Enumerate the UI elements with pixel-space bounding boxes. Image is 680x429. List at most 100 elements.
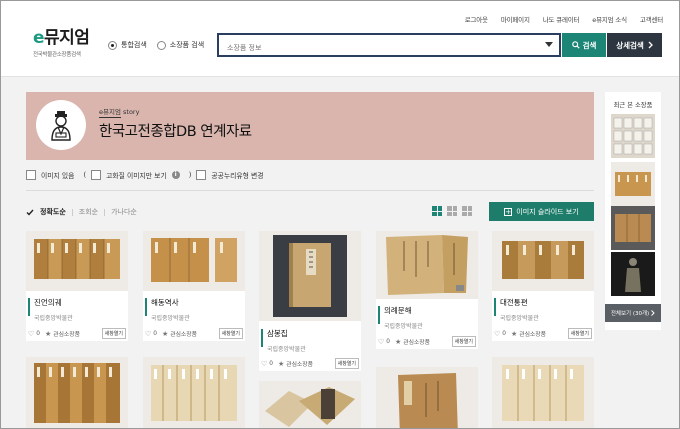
card-image[interactable] [259, 381, 361, 428]
list-thumb-view-icon[interactable] [447, 206, 457, 216]
story-banner[interactable]: e뮤지엄 story 한국고전종합DB 연계자료 [26, 92, 594, 160]
like-count: 0 [36, 330, 40, 337]
card-image[interactable] [26, 231, 128, 291]
heart-icon[interactable]: ♡ [261, 360, 267, 368]
list-view-icon[interactable] [462, 206, 472, 216]
interest-label[interactable]: 관심소장품 [403, 337, 430, 346]
collection-card[interactable]: 대전통편 국립중앙박물관 ♡ 0 ★ 관심소장품 새창열기 [492, 231, 594, 341]
plus-icon: + [504, 207, 513, 216]
card-actions: ♡ 0 ★ 관심소장품 새창열기 [261, 358, 359, 369]
divider [26, 190, 594, 191]
recent-thumb[interactable] [611, 162, 655, 206]
filter-high-res[interactable]: 고화질 이미지만 보기 i [91, 170, 180, 180]
card-museum: 국립중앙박물관 [500, 315, 539, 322]
image-slide-button[interactable]: + 이미지 슬라이드 보기 [489, 202, 594, 221]
radio-collection-label: 소장품 검색 [169, 41, 205, 49]
card-museum: 국립중앙박물관 [384, 323, 423, 330]
star-icon[interactable]: ★ [395, 338, 401, 346]
info-icon[interactable]: i [171, 171, 180, 179]
card-museum: 국립중앙박물관 [151, 315, 190, 322]
like-count: 0 [269, 360, 273, 367]
star-icon[interactable]: ★ [162, 330, 168, 338]
card-image[interactable] [492, 231, 594, 291]
filter-image-only[interactable]: 이미지 있음 [26, 170, 74, 180]
new-window-button[interactable]: 새창열기 [218, 328, 243, 339]
collection-card[interactable]: 해동역사 국립중앙박물관 ♡ 0 ★ 관심소장품 새창열기 [143, 231, 245, 341]
recent-thumb[interactable] [611, 114, 655, 158]
radio-collection-search[interactable]: 소장품 검색 [156, 40, 205, 50]
sort-divider [104, 208, 106, 216]
radio-dot[interactable] [156, 40, 166, 50]
like-count: 0 [153, 330, 157, 337]
radio-integrated-search[interactable]: 통합검색 [108, 40, 147, 50]
site-logo[interactable]: e뮤지엄 전국박물관소장품검색 [33, 28, 90, 58]
high-res-label: 고화질 이미지만 보기 [106, 172, 167, 180]
star-icon[interactable]: ★ [278, 360, 284, 368]
search-button[interactable]: 검색 [562, 33, 606, 57]
heart-icon[interactable]: ♡ [494, 330, 500, 338]
logo-text: 뮤지엄 [44, 28, 90, 48]
interest-label[interactable]: 관심소장품 [53, 329, 80, 338]
card-actions: ♡ 0 ★ 관심소장품 새창열기 [28, 328, 126, 339]
search-scope: 통합검색 소장품 검색 [108, 40, 204, 50]
interest-label[interactable]: 관심소장품 [519, 329, 546, 338]
logout-link[interactable]: 로그아웃 [465, 14, 488, 24]
star-icon[interactable]: ★ [511, 330, 517, 338]
card-image[interactable] [376, 231, 478, 299]
collection-card[interactable]: 의례문해 국립중앙박물관 ♡ 0 ★ 관심소장품 새창열기 [376, 231, 478, 349]
sort-accuracy[interactable]: 정확도순 [40, 207, 66, 217]
document-photo [611, 114, 655, 158]
collection-card[interactable] [376, 367, 478, 428]
card-museum: 국립중앙박물관 [267, 346, 306, 353]
story-tag-underline [99, 117, 121, 118]
chevron-down-icon[interactable] [545, 42, 553, 47]
open-type-checkbox[interactable] [196, 170, 207, 180]
collection-card[interactable]: 진언의궤 국립중앙박물관 ♡ 0 ★ 관심소장품 새창열기 [26, 231, 128, 341]
card-actions: ♡ 0 ★ 관심소장품 새창열기 [494, 328, 592, 339]
support-link[interactable]: 고객센터 [640, 14, 663, 24]
collection-card[interactable] [143, 357, 245, 428]
sort-views[interactable]: 조회순 [79, 207, 98, 217]
sort-alpha[interactable]: 가나다순 [111, 207, 137, 217]
story-title: 한국고전종합DB 연계자료 [99, 124, 252, 140]
new-window-button[interactable]: 새창열기 [334, 358, 359, 369]
mypage-link[interactable]: 마이페이지 [501, 14, 530, 24]
image-only-checkbox[interactable] [26, 170, 36, 180]
recent-thumb[interactable] [611, 206, 655, 250]
high-res-checkbox[interactable] [91, 170, 102, 180]
radio-dot-selected[interactable] [108, 40, 117, 50]
card-image[interactable] [492, 357, 594, 428]
card-image[interactable] [376, 367, 478, 428]
card-image[interactable] [259, 231, 361, 321]
new-window-button[interactable]: 새창열기 [567, 328, 592, 339]
new-window-button[interactable]: 새창열기 [101, 328, 126, 339]
view-all-label: 전체보기 (30개) [610, 311, 650, 317]
recent-thumb[interactable] [611, 252, 655, 296]
collection-card[interactable] [492, 357, 594, 428]
star-icon[interactable]: ★ [45, 330, 51, 338]
collection-card[interactable] [26, 357, 128, 428]
heart-icon[interactable]: ♡ [28, 330, 34, 338]
search-input[interactable] [219, 38, 519, 58]
collection-card[interactable]: 삼봉집 국립중앙박물관 ♡ 0 ★ 관심소장품 새창열기 [259, 231, 361, 371]
interest-label[interactable]: 관심소장품 [170, 329, 197, 338]
card-image[interactable] [143, 231, 245, 291]
interest-label[interactable]: 관심소장품 [286, 359, 313, 368]
collection-card[interactable] [259, 381, 361, 428]
story-tag: e뮤지엄 story [99, 108, 140, 116]
new-window-button[interactable]: 새창열기 [451, 336, 476, 347]
curator-link[interactable]: 나도 큐레이터 [543, 14, 580, 24]
site-header: 로그아웃 마이페이지 나도 큐레이터 e뮤지엄 소식 고객센터 e뮤지엄 전국박… [1, 1, 679, 77]
view-all-button[interactable]: 전체보기 (30개) [605, 304, 661, 322]
filter-open-type[interactable]: 공공누리유형 변경 [196, 170, 264, 180]
sort-options: 정확도순 조회순 가나다순 [26, 207, 137, 217]
detail-search-button[interactable]: 상세검색 [607, 33, 662, 57]
books-photo [492, 357, 594, 428]
heart-icon[interactable]: ♡ [378, 338, 384, 346]
news-link[interactable]: e뮤지엄 소식 [592, 14, 627, 24]
books-photo [259, 381, 361, 428]
card-image[interactable] [26, 357, 128, 428]
heart-icon[interactable]: ♡ [145, 330, 151, 338]
grid-view-icon[interactable] [432, 206, 442, 216]
card-image[interactable] [143, 357, 245, 428]
